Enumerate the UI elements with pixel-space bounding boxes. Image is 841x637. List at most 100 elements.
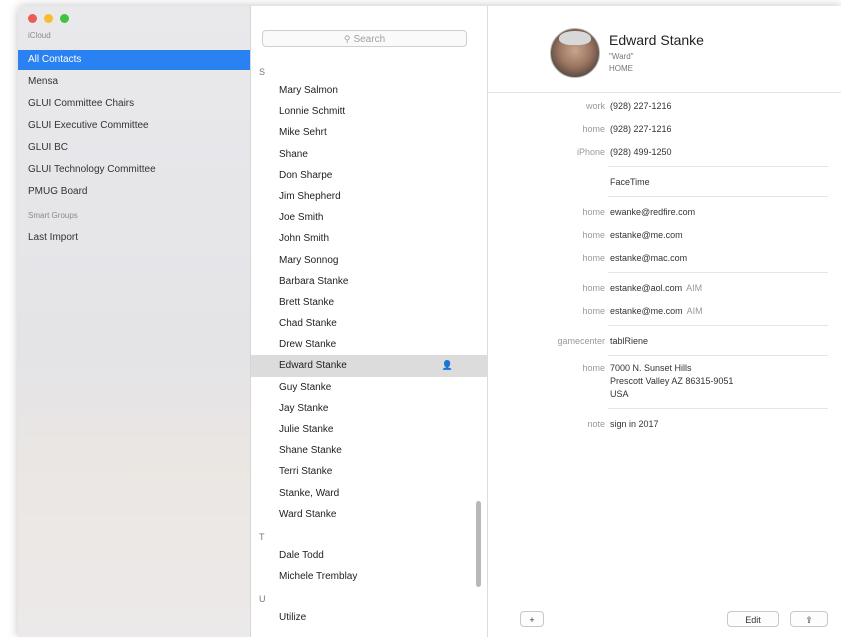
contact-row[interactable]: Ward Stanke [251, 504, 487, 525]
email-value[interactable]: estanke@mac.com [610, 250, 687, 266]
sidebar-group-glui-executive-committee[interactable]: GLUI Executive Committee [18, 116, 250, 136]
contact-row[interactable]: Utilize [251, 607, 487, 628]
chat-label: home [582, 306, 605, 316]
zoom-window-icon[interactable] [60, 14, 69, 23]
phone-label: work [585, 101, 605, 111]
list-section-header: V [251, 633, 487, 637]
contact-rows: S Mary Salmon Lonnie Schmitt Mike Sehrt Shan… [251, 60, 487, 637]
contact-company: HOME [609, 64, 633, 73]
sidebar-group-mensa[interactable]: Mensa [18, 72, 250, 92]
contact-row[interactable]: Michele Tremblay [251, 566, 487, 587]
chat-field-2: home estanke@me.com AIM [488, 303, 841, 319]
contact-row[interactable]: Terri Stanke [251, 461, 487, 482]
contact-row[interactable]: Jay Stanke [251, 398, 487, 419]
contact-row[interactable]: Lonnie Schmitt [251, 101, 487, 122]
contact-row[interactable]: Guy Stanke [251, 377, 487, 398]
phone-value[interactable]: (928) 499-1250 [610, 144, 672, 160]
contact-row[interactable]: Julie Stanke [251, 419, 487, 440]
contact-row[interactable]: Don Sharpe [251, 165, 487, 186]
note-label: note [587, 419, 605, 429]
contact-name: Lonnie Schmitt [279, 106, 346, 118]
address-line-2[interactable]: Prescott Valley AZ 86315-9051 [610, 376, 733, 386]
email-value[interactable]: ewanke@redfire.com [610, 204, 695, 220]
sidebar-group-pmug-board[interactable]: PMUG Board [18, 182, 250, 202]
phone-value[interactable]: (928) 227-1216 [610, 121, 672, 137]
phone-field-iphone: iPhone (928) 499-1250 [488, 144, 841, 160]
contact-row[interactable]: Mike Sehrt [251, 122, 487, 143]
separator [608, 355, 828, 356]
contact-name: Stanke, Ward [279, 487, 340, 499]
contact-detail: Edward Stanke "Ward" HOME work (928) 227… [488, 6, 841, 637]
contact-row[interactable]: Chad Stanke [251, 313, 487, 334]
note-field: note sign in 2017 [488, 416, 841, 432]
phone-value[interactable]: (928) 227-1216 [610, 98, 672, 114]
edit-button[interactable]: Edit [727, 611, 779, 627]
section-letter: T [259, 531, 265, 542]
chat-service: AIM [686, 283, 703, 293]
avatar-hair [559, 31, 591, 45]
contact-name: Don Sharpe [279, 169, 333, 181]
address-line-3[interactable]: USA [610, 389, 629, 399]
contact-name: Michele Tremblay [279, 571, 358, 583]
chat-label: home [582, 283, 605, 293]
email-field-3: home estanke@mac.com [488, 250, 841, 266]
contact-name: Mary Salmon [279, 85, 338, 96]
list-scrollbar[interactable] [476, 501, 481, 587]
contact-avatar[interactable] [550, 28, 600, 78]
search-input[interactable]: ⚲ Search [262, 30, 467, 47]
contact-name: Mary Sonnog [279, 254, 339, 266]
contact-row[interactable]: Joe Smith [251, 207, 487, 228]
contact-name: Ward Stanke [279, 508, 337, 520]
list-section-header: U [251, 591, 487, 607]
contact-nickname: "Ward" [609, 52, 634, 61]
sidebar-group-glui-committee-chairs[interactable]: GLUI Committee Chairs [18, 94, 250, 114]
contact-row[interactable]: Dale Todd [251, 545, 487, 566]
contact-name: Brett Stanke [279, 296, 335, 308]
section-letter: S [259, 67, 266, 77]
minimize-window-icon[interactable] [44, 14, 53, 23]
contact-name: Jay Stanke [279, 402, 329, 414]
separator [608, 272, 828, 273]
contact-name: Edward Stanke [609, 32, 704, 48]
close-window-icon[interactable] [28, 14, 37, 23]
sidebar-group-glui-technology-committee[interactable]: GLUI Technology Committee [18, 160, 250, 180]
contact-name: Guy Stanke [279, 381, 332, 393]
profile-value[interactable]: tablRiene [610, 333, 648, 349]
contact-name: Jim Shepherd [279, 190, 341, 202]
contact-row[interactable]: Stanke, Ward [251, 483, 487, 504]
contact-name: Dale Todd [279, 549, 324, 561]
phone-label: home [582, 124, 605, 134]
me-card-icon: 👤 [441, 360, 453, 371]
contact-name: Shane Stanke [279, 445, 342, 457]
contact-row[interactable]: Brett Stanke [251, 292, 487, 313]
contact-row[interactable]: Shane [251, 144, 487, 165]
contact-name: Shane [279, 148, 308, 160]
chat-value[interactable]: estanke@me.com AIM [610, 303, 703, 319]
contact-row[interactable]: Shane Stanke [251, 440, 487, 461]
section-letter: U [259, 594, 266, 605]
contact-row[interactable]: Barbara Stanke [251, 271, 487, 292]
share-icon: ⇪ [805, 615, 813, 625]
sidebar-group-all-contacts[interactable]: All Contacts [18, 50, 250, 70]
sidebar-group-glui-bc[interactable]: GLUI BC [18, 138, 250, 158]
contact-row[interactable]: Mary Salmon [251, 80, 487, 101]
contact-row[interactable]: Edward Stanke 👤 [251, 355, 487, 377]
address-line-1[interactable]: 7000 N. Sunset Hills [610, 363, 692, 373]
list-section-header: S [251, 64, 487, 80]
contact-row[interactable]: Jim Shepherd [251, 186, 487, 207]
search-placeholder: Search [353, 34, 386, 45]
note-value[interactable]: sign in 2017 [610, 416, 659, 432]
contact-row[interactable]: Drew Stanke [251, 334, 487, 355]
contact-row[interactable]: Mary Sonnog [251, 250, 487, 271]
chat-value[interactable]: estanke@aol.com AIM [610, 280, 702, 296]
facetime-button[interactable]: FaceTime [610, 174, 650, 190]
share-button[interactable]: ⇪ [790, 611, 828, 627]
profile-field: gamecenter tablRiene [488, 333, 841, 349]
add-field-button[interactable]: + [520, 611, 544, 627]
separator [608, 196, 828, 197]
contact-name: Barbara Stanke [279, 275, 349, 287]
profile-label: gamecenter [557, 336, 605, 346]
email-value[interactable]: estanke@me.com [610, 227, 683, 243]
sidebar-group-last-import[interactable]: Last Import [18, 228, 250, 248]
contact-row[interactable]: John Smith [251, 228, 487, 249]
